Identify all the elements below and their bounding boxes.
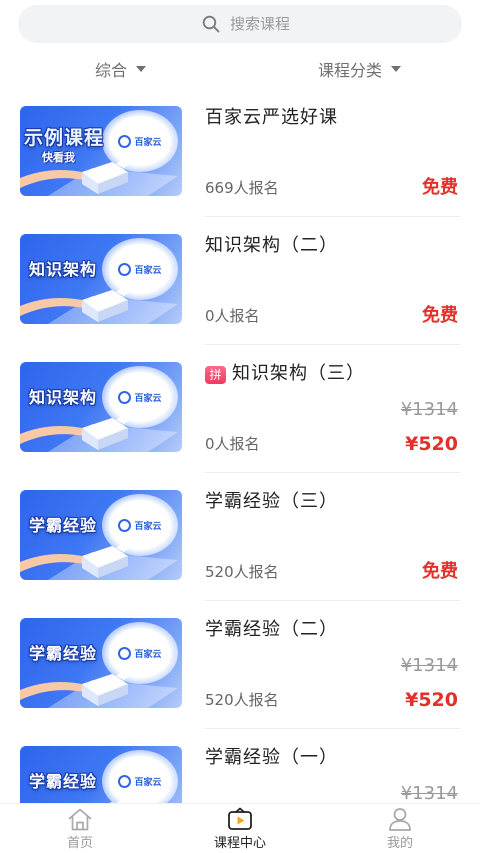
course-price: 免费 [422, 177, 458, 198]
caret-down-icon [391, 66, 402, 72]
logo-mark-icon [118, 518, 132, 532]
divider [205, 600, 460, 601]
course-item[interactable]: 百家云 示例课程 快看我 百家云严选好课 669人报名 免费 [0, 106, 480, 234]
tab-course-center[interactable]: 课程中心 [160, 804, 320, 853]
course-thumbnail[interactable]: 百家云 知识架构 [20, 362, 182, 452]
home-icon [68, 808, 92, 831]
thumbnail-title: 示例课程 [24, 127, 105, 149]
logo-mark-icon [118, 134, 132, 148]
course-item[interactable]: 百家云 知识架构 拼 知识架构（三） ¥1314 0人报名 ¥520 [0, 362, 480, 490]
brand-logo: 百家云 [102, 110, 178, 172]
filter-sort-dropdown[interactable]: 综合 [95, 55, 147, 83]
group-buy-badge: 拼 [205, 366, 226, 384]
course-price: 免费 [422, 561, 458, 582]
thumbnail-title: 知识架构 [29, 388, 98, 407]
bottom-tab-bar: 首页 课程中心 我的 [0, 803, 480, 853]
filter-bar: 综合 课程分类 [0, 55, 480, 83]
course-thumbnail[interactable]: 百家云 学霸经验 [20, 618, 182, 708]
enrollment-count: 520人报名 [205, 563, 279, 581]
course-thumbnail[interactable]: 百家云 示例课程 快看我 [20, 106, 182, 196]
brand-logo-text: 百家云 [134, 137, 162, 148]
thumbnail-title: 学霸经验 [29, 644, 98, 663]
enrollment-count: 0人报名 [205, 435, 260, 453]
thumbnail-title: 学霸经验 [29, 516, 98, 535]
divider [205, 728, 460, 729]
user-icon [389, 808, 411, 831]
brand-logo: 百家云 [102, 366, 178, 428]
tab-home[interactable]: 首页 [0, 804, 160, 853]
brand-logo-text: 百家云 [134, 265, 162, 276]
tab-mine[interactable]: 我的 [320, 804, 480, 853]
thumbnail-title: 知识架构 [29, 260, 98, 279]
filter-category-label: 课程分类 [318, 61, 383, 80]
search-bar[interactable] [18, 5, 462, 43]
filter-category-dropdown[interactable]: 课程分类 [318, 55, 402, 83]
divider [205, 344, 460, 345]
enrollment-count: 669人报名 [205, 179, 279, 197]
logo-mark-icon [118, 646, 132, 660]
brand-logo-text: 百家云 [134, 777, 162, 788]
course-title[interactable]: 学霸经验（三） [205, 490, 338, 514]
brand-logo-text: 百家云 [134, 393, 162, 404]
course-thumbnail[interactable]: 百家云 知识架构 [20, 234, 182, 324]
original-price: ¥1314 [400, 655, 458, 676]
search-input[interactable] [230, 5, 370, 43]
original-price: ¥1314 [400, 399, 458, 420]
course-list[interactable]: 百家云 示例课程 快看我 百家云严选好课 669人报名 免费 百家云 知识架构 [0, 106, 480, 853]
tab-course-center-label: 课程中心 [213, 836, 266, 851]
caret-down-icon [136, 66, 147, 72]
filter-sort-label: 综合 [95, 61, 128, 80]
brand-logo-text: 百家云 [134, 649, 162, 660]
course-thumbnail[interactable]: 百家云 学霸经验 [20, 490, 182, 580]
course-price: 免费 [422, 305, 458, 326]
thumbnail-title: 学霸经验 [29, 772, 98, 791]
original-price: ¥1314 [400, 783, 458, 804]
course-price: ¥520 [405, 689, 458, 711]
course-title[interactable]: 知识架构（三） [232, 362, 365, 386]
logo-mark-icon [118, 390, 132, 404]
brand-logo: 百家云 [102, 238, 178, 300]
tab-mine-label: 我的 [386, 836, 413, 851]
course-title[interactable]: 学霸经验（二） [205, 618, 338, 642]
logo-mark-icon [118, 262, 132, 276]
brand-logo: 百家云 [102, 622, 178, 684]
thumbnail-subtitle: 快看我 [42, 151, 75, 164]
enrollment-count: 0人报名 [205, 307, 260, 325]
search-icon [202, 15, 220, 33]
course-item[interactable]: 百家云 学霸经验 学霸经验（二） ¥1314 520人报名 ¥520 [0, 618, 480, 746]
course-center-icon [228, 807, 252, 830]
divider [205, 216, 460, 217]
course-item[interactable]: 百家云 学霸经验 学霸经验（三） 520人报名 免费 [0, 490, 480, 618]
enrollment-count: 520人报名 [205, 691, 279, 709]
course-title[interactable]: 学霸经验（一） [205, 746, 338, 770]
course-price: ¥520 [405, 433, 458, 455]
course-title[interactable]: 百家云严选好课 [205, 106, 338, 130]
course-item[interactable]: 百家云 知识架构 知识架构（二） 0人报名 免费 [0, 234, 480, 362]
tab-home-label: 首页 [66, 836, 93, 851]
course-title[interactable]: 知识架构（二） [205, 234, 338, 258]
divider [205, 472, 460, 473]
brand-logo: 百家云 [102, 494, 178, 556]
brand-logo-text: 百家云 [134, 521, 162, 532]
logo-mark-icon [118, 774, 132, 788]
